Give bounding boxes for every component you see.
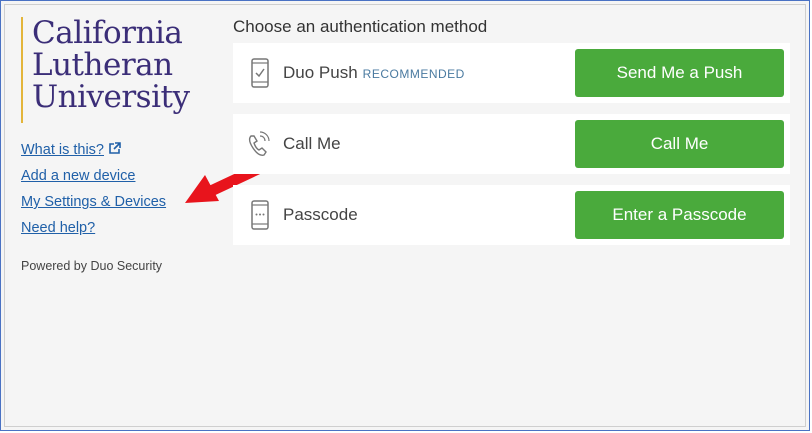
method-row-duo-push: Duo Push RECOMMENDED Send Me a Push [233,43,790,103]
method-row-call-me: Call Me Call Me [233,114,790,174]
my-settings-devices-link[interactable]: My Settings & Devices [21,189,206,215]
need-help-link[interactable]: Need help? [21,215,206,241]
send-push-button[interactable]: Send Me a Push [575,49,784,97]
enter-passcode-button[interactable]: Enter a Passcode [575,191,784,239]
what-is-this-link[interactable]: What is this? [21,137,206,163]
logo-line-2: Lutheran [32,47,173,83]
auth-methods-panel: Choose an authentication method Duo Push… [233,15,790,256]
logo-line-1: California [32,15,183,51]
duo-prompt-frame: California Lutheran University What is t… [0,0,810,431]
logo-line-3: University [32,79,190,115]
method-row-passcode: Passcode Enter a Passcode [233,185,790,245]
recommended-badge: RECOMMENDED [362,67,465,81]
external-link-icon [109,142,121,154]
phone-call-icon [248,131,270,156]
powered-by-text: Powered by Duo Security [21,259,163,273]
phone-check-icon [251,58,269,88]
call-me-label: Call Me [283,134,341,153]
what-is-this-label: What is this? [21,142,104,158]
auth-heading: Choose an authentication method [233,17,488,36]
duo-push-label: Duo Push RECOMMENDED [283,63,465,83]
phone-passcode-icon [251,200,269,230]
call-me-button[interactable]: Call Me [575,120,784,168]
duo-push-text: Duo Push [283,63,358,82]
university-logo: California Lutheran University [21,17,206,123]
sidebar: California Lutheran University What is t… [21,17,206,273]
add-new-device-link[interactable]: Add a new device [21,163,206,189]
passcode-label: Passcode [283,205,358,224]
sidebar-links: What is this? Add a new device My Settin… [21,137,206,241]
